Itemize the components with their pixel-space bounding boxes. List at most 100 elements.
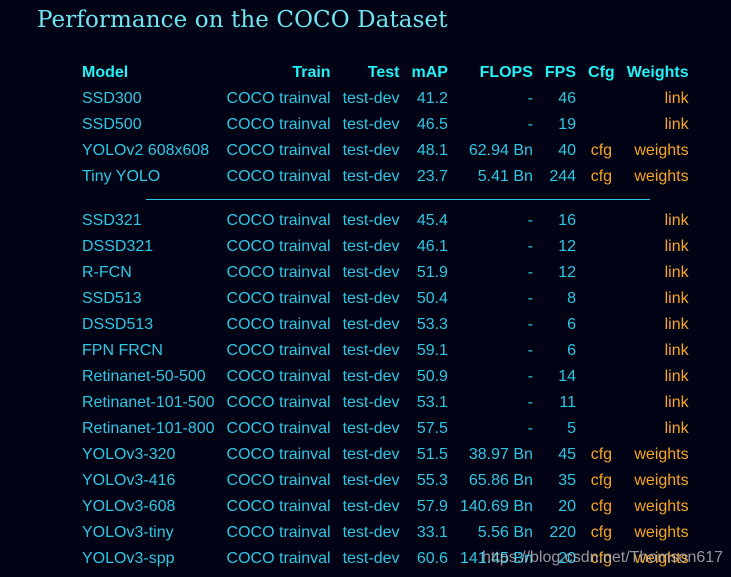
map-cell: 57.9 xyxy=(416,498,448,515)
test-cell: test-dev xyxy=(342,472,400,489)
weights-link[interactable]: link xyxy=(621,390,695,416)
train-cell: COCO trainval xyxy=(226,472,331,489)
map-cell: 23.7 xyxy=(416,168,448,185)
fps-cell: 20 xyxy=(558,498,577,515)
weights-link[interactable]: weights xyxy=(621,138,695,164)
weights-link[interactable]: weights xyxy=(621,164,695,190)
column-header-test: Test xyxy=(367,63,400,81)
weights-link[interactable]: link xyxy=(621,312,695,338)
train-cell: COCO trainval xyxy=(226,316,331,333)
weights-link[interactable]: link xyxy=(621,86,695,112)
column-header-flops: FLOPS xyxy=(479,63,533,81)
map-cell: 53.3 xyxy=(416,316,448,333)
test-cell: test-dev xyxy=(342,342,400,359)
test-cell: test-dev xyxy=(342,550,400,567)
map-cell: 33.1 xyxy=(416,524,448,541)
model-cell: YOLOv3-spp xyxy=(82,550,175,567)
model-cell: FPN FRCN xyxy=(82,342,163,359)
separator-row xyxy=(76,190,695,208)
test-cell: test-dev xyxy=(342,498,400,515)
cfg-link[interactable]: cfg xyxy=(582,442,621,468)
fps-cell: 244 xyxy=(549,168,577,185)
test-cell: test-dev xyxy=(342,168,400,185)
weights-link[interactable]: link xyxy=(621,364,695,390)
cfg-link[interactable]: cfg xyxy=(582,520,621,546)
test-cell: test-dev xyxy=(342,446,400,463)
flops-cell: - xyxy=(527,212,533,229)
flops-cell: - xyxy=(527,394,533,411)
model-cell: Retinanet-101-800 xyxy=(82,420,215,437)
fps-cell: 220 xyxy=(549,524,577,541)
table-group-1: SSD300 COCO trainval test-dev 41.2-46 link SS… xyxy=(76,86,695,190)
weights-link[interactable]: link xyxy=(621,260,695,286)
fps-cell: 6 xyxy=(567,316,577,333)
test-cell: test-dev xyxy=(342,264,400,281)
separator-line xyxy=(146,198,650,200)
flops-cell: 65.86 Bn xyxy=(468,472,533,489)
train-cell: COCO trainval xyxy=(226,394,331,411)
weights-link[interactable]: weights xyxy=(621,468,695,494)
map-cell: 59.1 xyxy=(416,342,448,359)
train-cell: COCO trainval xyxy=(226,238,331,255)
weights-link[interactable]: weights xyxy=(621,494,695,520)
fps-cell: 35 xyxy=(558,472,577,489)
train-cell: COCO trainval xyxy=(226,142,331,159)
weights-link[interactable]: link xyxy=(621,416,695,442)
cfg-link xyxy=(582,260,621,286)
cfg-link[interactable]: cfg xyxy=(582,164,621,190)
cfg-link xyxy=(582,86,621,112)
fps-cell: 11 xyxy=(559,394,577,411)
table-row: YOLOv3-320 COCO trainval test-dev 51.5 38.97… xyxy=(76,442,695,468)
train-cell: COCO trainval xyxy=(226,342,331,359)
fps-cell: 19 xyxy=(558,116,577,133)
table-row: Retinanet-101-800 COCO trainval test-dev 57… xyxy=(76,416,695,442)
flops-cell: - xyxy=(527,420,533,437)
cfg-link xyxy=(582,312,621,338)
cfg-link xyxy=(582,112,621,138)
weights-link[interactable]: link xyxy=(621,208,695,234)
map-cell: 46.5 xyxy=(416,116,448,133)
train-cell: COCO trainval xyxy=(226,498,331,515)
table-row: SSD500 COCO trainval test-dev 46.5 - 19 link xyxy=(76,112,695,138)
cfg-link xyxy=(582,364,621,390)
column-header-model: Model xyxy=(82,63,129,81)
cfg-link[interactable]: cfg xyxy=(582,494,621,520)
model-cell: SSD513 xyxy=(82,290,142,307)
flops-cell: 38.97 Bn xyxy=(468,446,533,463)
table-header-row: Model Train Test mAP FLOPS FPS Cfg Weigh… xyxy=(76,59,695,86)
map-cell: 50.9 xyxy=(416,368,448,385)
map-cell: 48.1 xyxy=(416,142,448,159)
fps-cell: 12 xyxy=(558,238,577,255)
model-cell: YOLOv3-608 xyxy=(82,498,176,515)
fps-cell: 8 xyxy=(567,290,577,307)
test-cell: test-dev xyxy=(342,116,400,133)
cfg-link[interactable]: cfg xyxy=(582,468,621,494)
performance-table: Model Train Test mAP FLOPS FPS Cfg Weigh… xyxy=(76,59,695,572)
cfg-link[interactable]: cfg xyxy=(582,138,621,164)
flops-cell: 5.41 Bn xyxy=(477,168,533,185)
fps-cell: 45 xyxy=(558,446,577,463)
weights-link[interactable]: link xyxy=(621,234,695,260)
weights-link[interactable]: weights xyxy=(621,442,695,468)
weights-link[interactable]: link xyxy=(621,286,695,312)
model-cell: DSSD513 xyxy=(82,316,154,333)
table-row: YOLOv3-416 COCO trainval test-dev 55.3 65.86… xyxy=(76,468,695,494)
test-cell: test-dev xyxy=(342,90,400,107)
table-row: SSD321 COCO trainval test-dev 45.4 - 16 link xyxy=(76,208,695,234)
table-row: Retinanet-101-500 COCO trainval test-dev 53… xyxy=(76,390,695,416)
weights-link[interactable]: link xyxy=(621,112,695,138)
model-cell: YOLOv3-tiny xyxy=(82,524,174,541)
map-cell: 51.5 xyxy=(416,446,448,463)
test-cell: test-dev xyxy=(342,212,400,229)
train-cell: COCO trainval xyxy=(226,212,331,229)
train-cell: COCO trainval xyxy=(226,264,331,281)
cfg-link xyxy=(582,416,621,442)
map-cell: 45.4 xyxy=(416,212,448,229)
fps-cell: 46 xyxy=(558,90,577,107)
weights-link[interactable]: weights xyxy=(621,520,695,546)
column-header-weights: Weights xyxy=(626,63,689,81)
table-group-2: SSD321 COCO trainval test-dev 45.4-16 link DS… xyxy=(76,208,695,572)
model-cell: SSD300 xyxy=(82,90,142,107)
weights-link[interactable]: link xyxy=(621,338,695,364)
fps-cell: 40 xyxy=(558,142,577,159)
